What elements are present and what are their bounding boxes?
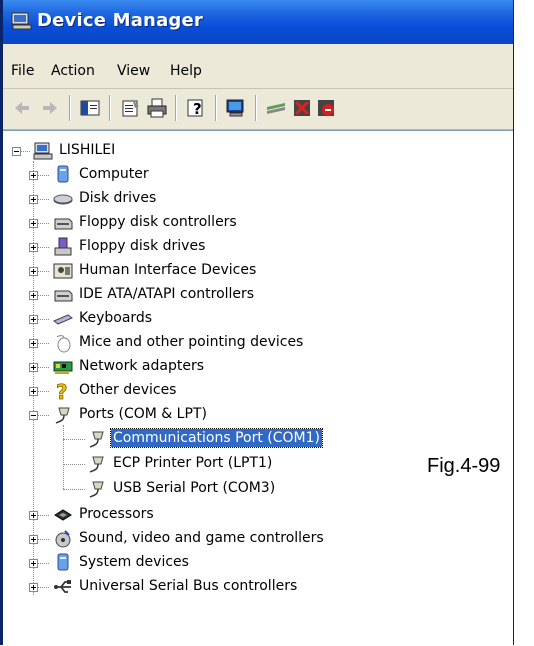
expand-toggle[interactable] bbox=[29, 559, 38, 568]
hid-icon bbox=[53, 263, 73, 279]
device-tree: LISHILEI Computer Disk drives Floppy dis… bbox=[3, 130, 513, 646]
port-icon bbox=[89, 431, 104, 448]
computer-icon bbox=[57, 165, 69, 183]
collapse-toggle[interactable] bbox=[29, 411, 38, 420]
tree-item-label: Human Interface Devices bbox=[79, 262, 257, 278]
tree-item-label: Disk drives bbox=[79, 190, 157, 206]
expand-toggle[interactable] bbox=[29, 195, 38, 204]
tree-item-label: Universal Serial Bus controllers bbox=[79, 578, 298, 594]
network-adapter-icon bbox=[53, 361, 73, 374]
tree-item-label: IDE ATA/ATAPI controllers bbox=[79, 286, 255, 302]
expand-toggle[interactable] bbox=[29, 291, 38, 300]
title-bar[interactable]: Device Manager bbox=[3, 0, 513, 44]
tree-item-label: System devices bbox=[79, 554, 189, 570]
show-hide-console-tree-icon[interactable] bbox=[79, 97, 101, 119]
disk-drive-icon bbox=[53, 194, 73, 205]
ide-controller-icon bbox=[54, 290, 73, 302]
tree-item-label: Floppy disk drives bbox=[79, 238, 206, 254]
expand-toggle[interactable] bbox=[29, 243, 38, 252]
expand-toggle[interactable] bbox=[29, 171, 38, 180]
figure-label: Fig.4-99 bbox=[427, 455, 501, 477]
system-device-icon bbox=[57, 553, 69, 571]
expand-toggle[interactable] bbox=[29, 387, 38, 396]
tree-item-label: USB Serial Port (COM3) bbox=[113, 480, 276, 496]
collapse-root-toggle[interactable] bbox=[12, 147, 21, 156]
expand-toggle[interactable] bbox=[29, 267, 38, 276]
device-manager-icon bbox=[11, 12, 32, 30]
menu-file[interactable]: File bbox=[11, 63, 34, 79]
window-title: Device Manager bbox=[37, 10, 203, 31]
svg-text:?: ? bbox=[56, 381, 68, 401]
sound-icon bbox=[55, 530, 71, 548]
tree-item-label: Ports (COM & LPT) bbox=[79, 406, 207, 422]
properties-icon[interactable] bbox=[120, 97, 142, 119]
tree-item-label: Network adapters bbox=[79, 358, 204, 374]
expand-toggle[interactable] bbox=[29, 511, 38, 520]
menu-help[interactable]: Help bbox=[170, 63, 202, 79]
device-manager-window: Device Manager File Action View Help ? L… bbox=[0, 0, 514, 646]
menu-action[interactable]: Action bbox=[51, 63, 95, 79]
disable-icon[interactable] bbox=[315, 97, 337, 119]
tree-item-label: Computer bbox=[79, 166, 149, 182]
usb-icon bbox=[54, 580, 71, 593]
keyboard-icon bbox=[53, 314, 73, 325]
back-arrow-icon[interactable] bbox=[11, 97, 33, 119]
tree-item-label: Sound, video and game controllers bbox=[79, 530, 324, 546]
tree-item-label: Floppy disk controllers bbox=[79, 214, 237, 230]
tree-item-label: Communications Port (COM1) bbox=[110, 428, 323, 448]
tree-item-label: Mice and other pointing devices bbox=[79, 334, 304, 350]
scan-hardware-icon[interactable] bbox=[225, 97, 247, 119]
tree-item-label: Keyboards bbox=[79, 310, 153, 326]
tree-item-label: ECP Printer Port (LPT1) bbox=[113, 455, 273, 471]
menu-bar: File Action View Help bbox=[3, 44, 513, 89]
update-driver-icon[interactable] bbox=[265, 97, 287, 119]
expand-toggle[interactable] bbox=[29, 219, 38, 228]
port-icon bbox=[89, 456, 104, 473]
processor-icon bbox=[54, 509, 72, 521]
uninstall-icon[interactable] bbox=[291, 97, 313, 119]
unknown-device-icon: ? bbox=[56, 381, 68, 401]
mouse-icon bbox=[56, 335, 71, 353]
toolbar: ? bbox=[3, 89, 513, 130]
menu-view[interactable]: View bbox=[117, 63, 150, 79]
svg-text:?: ? bbox=[193, 100, 202, 118]
floppy-controller-icon bbox=[54, 218, 73, 230]
tree-item-label: Processors bbox=[79, 506, 154, 522]
tree-root-label: LISHILEI bbox=[59, 142, 116, 158]
port-icon bbox=[89, 481, 104, 498]
expand-toggle[interactable] bbox=[29, 315, 38, 324]
help-icon[interactable]: ? bbox=[185, 97, 207, 119]
tree-item-label: Other devices bbox=[79, 382, 177, 398]
port-icon bbox=[55, 407, 70, 424]
expand-toggle[interactable] bbox=[29, 535, 38, 544]
expand-toggle[interactable] bbox=[29, 339, 38, 348]
expand-toggle[interactable] bbox=[29, 363, 38, 372]
computer-icon bbox=[33, 142, 53, 160]
forward-arrow-icon[interactable] bbox=[39, 97, 61, 119]
expand-toggle[interactable] bbox=[29, 583, 38, 592]
print-icon[interactable] bbox=[146, 97, 168, 119]
floppy-drive-icon bbox=[54, 237, 72, 256]
